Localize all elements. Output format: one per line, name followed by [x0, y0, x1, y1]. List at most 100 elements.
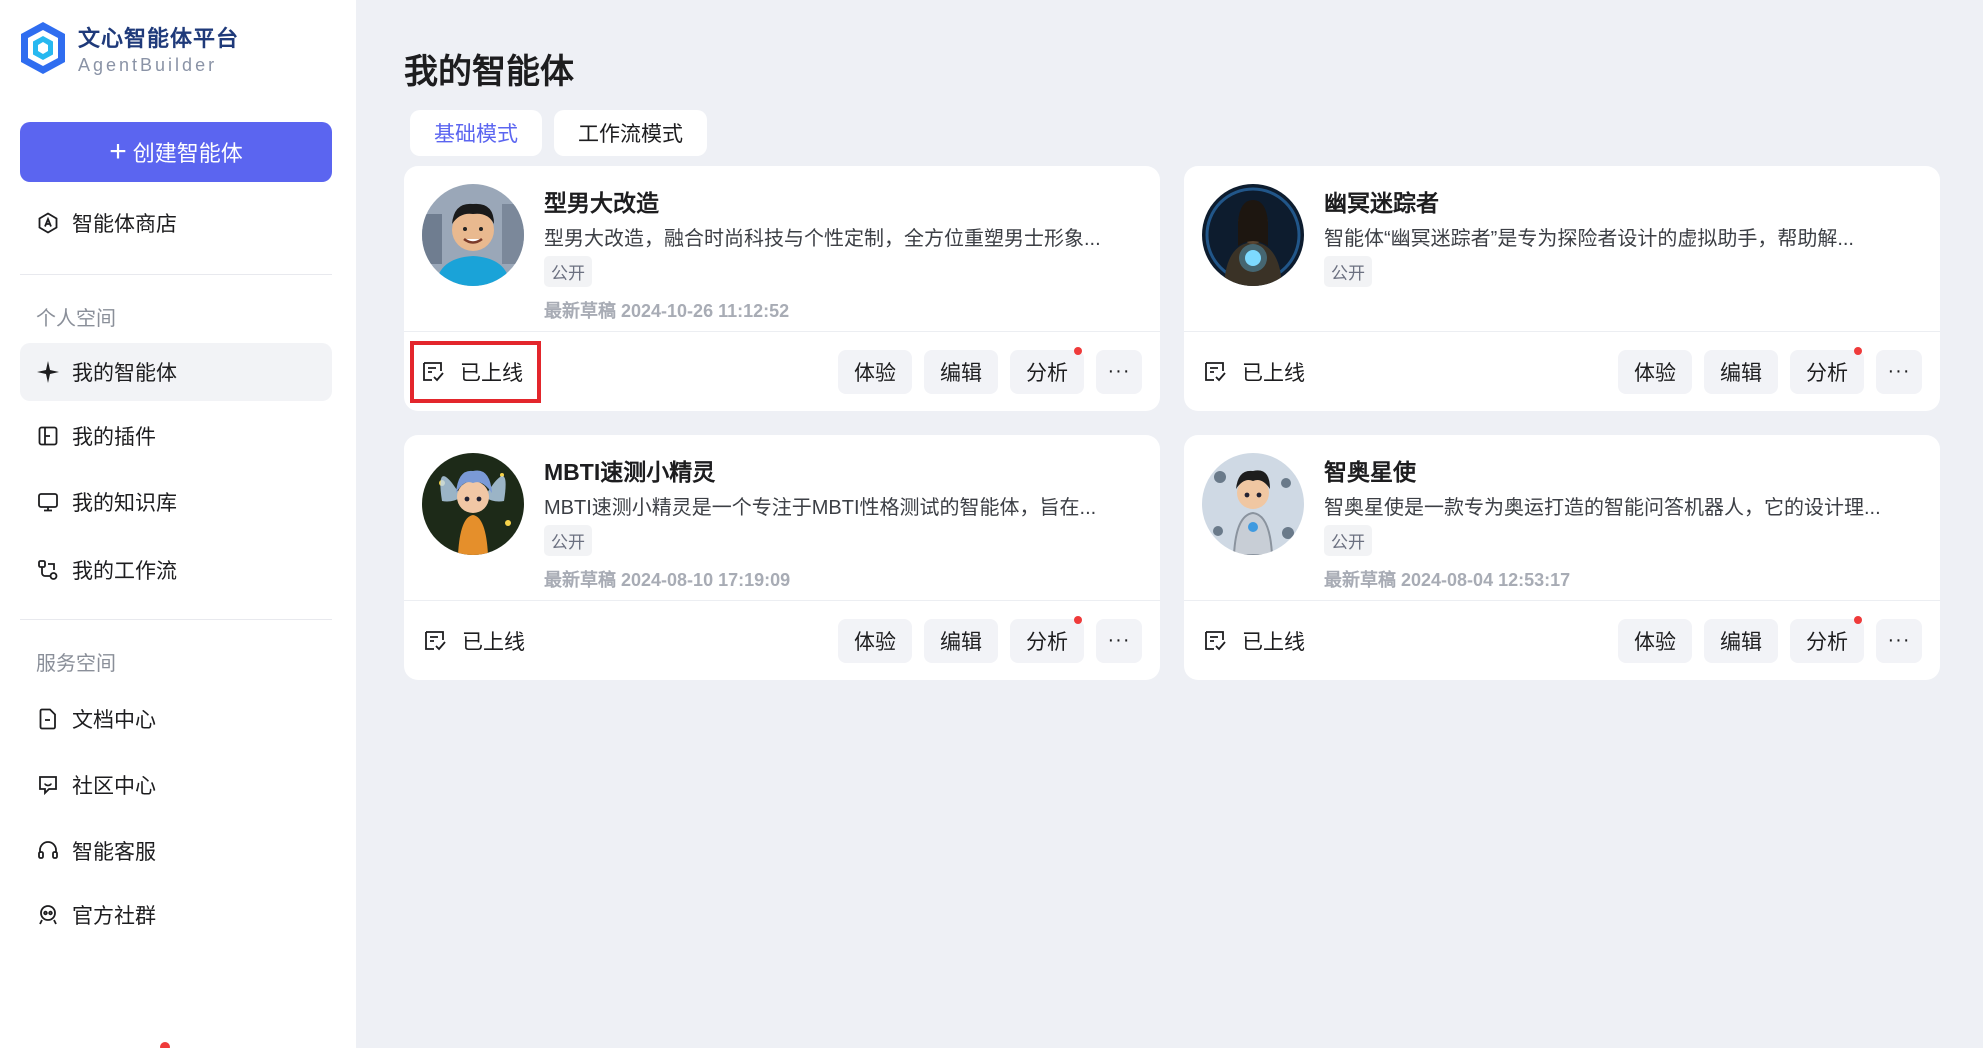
service-space-heading: 服务空间	[36, 652, 116, 675]
visibility-badge: 公开	[544, 525, 592, 556]
published-status[interactable]: 已上线	[1202, 351, 1313, 393]
agent-description: 智能体“幽冥迷踪者”是专为探险者设计的虚拟助手，帮助解...	[1324, 228, 1854, 250]
sidebar-item-my-knowledge[interactable]: 我的知识库	[20, 473, 332, 531]
draft-timestamp: 最新草稿 2024-08-04 12:53:17	[1324, 570, 1571, 590]
sidebar-divider	[20, 619, 332, 620]
agent-card[interactable]: 智奥星使 智奥星使是一款专为奥运打造的智能问答机器人，它的设计理... 公开 最…	[1184, 435, 1940, 680]
status-label: 已上线	[1242, 361, 1305, 385]
analyze-button[interactable]: 分析	[1790, 346, 1864, 394]
mode-tabs: 基础模式 工作流模式	[410, 110, 1983, 156]
agent-description: MBTI速测小精灵是一个专注于MBTI性格测试的智能体，旨在...	[544, 497, 1097, 519]
personal-space-heading: 个人空间	[36, 307, 116, 330]
tab-workflow-mode[interactable]: 工作流模式	[554, 110, 707, 156]
published-icon	[423, 361, 444, 381]
published-status[interactable]: 已上线	[1202, 620, 1313, 662]
edit-button[interactable]: 编辑	[924, 349, 998, 394]
sidebar: 文心智能体平台 AgentBuilder + 创建智能体 智能体商店 个人空间 …	[0, 0, 356, 1048]
agent-description: 智奥星使是一款专为奥运打造的智能问答机器人，它的设计理...	[1324, 497, 1881, 519]
agent-card[interactable]: 型男大改造 型男大改造，融合时尚科技与个性定制，全方位重塑男士形象... 公开 …	[404, 166, 1160, 411]
sidebar-item-my-plugins[interactable]: 我的插件	[20, 407, 332, 465]
plugin-icon	[38, 426, 58, 446]
analyze-label: 分析	[1026, 361, 1068, 385]
published-status[interactable]: 已上线	[410, 340, 541, 403]
agent-card[interactable]: MBTI速测小精灵 MBTI速测小精灵是一个专注于MBTI性格测试的智能体，旨在…	[404, 435, 1160, 680]
sidebar-item-agent-store[interactable]: 智能体商店	[20, 194, 332, 252]
published-icon	[1205, 630, 1226, 650]
main-content: 我的智能体 基础模式 工作流模式 型男大改造 型男大改造，融合时尚科技与个性定制…	[356, 0, 1983, 1048]
try-button[interactable]: 体验	[838, 618, 912, 663]
sidebar-item-support[interactable]: 智能客服	[20, 822, 332, 880]
tab-basic-mode[interactable]: 基础模式	[410, 110, 542, 156]
sidebar-item-my-workflow[interactable]: 我的工作流	[20, 541, 332, 599]
try-button[interactable]: 体验	[1618, 618, 1692, 663]
workflow-icon	[38, 560, 58, 580]
sidebar-item-my-agents[interactable]: 我的智能体	[20, 343, 332, 401]
sidebar-divider	[20, 274, 332, 275]
store-icon	[38, 212, 58, 234]
visibility-badge: 公开	[1324, 525, 1372, 556]
page-title: 我的智能体	[404, 52, 574, 91]
sidebar-item-label: 智能体商店	[72, 213, 177, 236]
logo-title: 文心智能体平台	[78, 25, 240, 51]
draft-timestamp: 最新草稿 2024-08-10 17:19:09	[544, 570, 791, 590]
agent-name: 智奥星使	[1324, 459, 1416, 485]
sidebar-item-label: 社区中心	[72, 775, 156, 798]
sidebar-item-label: 智能客服	[72, 841, 156, 864]
visibility-badge: 公开	[544, 256, 592, 287]
monitor-icon	[38, 493, 58, 512]
logo-icon	[21, 22, 65, 74]
agent-description: 型男大改造，融合时尚科技与个性定制，全方位重塑男士形象...	[544, 228, 1101, 250]
analyze-button[interactable]: 分析	[1790, 615, 1864, 663]
notification-dot	[1854, 346, 1862, 355]
analyze-button[interactable]: 分析	[1010, 346, 1084, 394]
more-button[interactable]: ···	[1096, 618, 1142, 663]
analyze-button[interactable]: 分析	[1010, 615, 1084, 663]
sidebar-item-label: 我的知识库	[72, 492, 177, 515]
sidebar-item-official-group[interactable]: 官方社群	[20, 886, 332, 944]
try-button[interactable]: 体验	[1618, 349, 1692, 394]
notification-dot	[1074, 346, 1082, 355]
plus-icon: +	[109, 135, 127, 168]
sparkle-icon	[37, 361, 59, 383]
sidebar-item-label: 文档中心	[72, 709, 156, 732]
sidebar-item-docs[interactable]: 文档中心	[20, 690, 332, 748]
notification-dot	[1854, 615, 1862, 624]
agent-name: 幽冥迷踪者	[1324, 190, 1439, 216]
create-agent-label: 创建智能体	[132, 141, 243, 166]
create-agent-button[interactable]: + 创建智能体	[20, 122, 332, 182]
analyze-label: 分析	[1026, 630, 1068, 654]
try-button[interactable]: 体验	[838, 349, 912, 394]
agent-card[interactable]: 幽冥迷踪者 智能体“幽冥迷踪者”是专为探险者设计的虚拟助手，帮助解... 公开 …	[1184, 166, 1940, 411]
published-icon	[1205, 361, 1226, 381]
more-button[interactable]: ···	[1876, 349, 1922, 394]
sidebar-item-label: 我的智能体	[72, 362, 177, 385]
agent-avatar	[422, 453, 524, 555]
more-button[interactable]: ···	[1876, 618, 1922, 663]
agent-card-grid: 型男大改造 型男大改造，融合时尚科技与个性定制，全方位重塑男士形象... 公开 …	[404, 166, 1983, 680]
agent-avatar	[1202, 453, 1304, 555]
edit-button[interactable]: 编辑	[924, 618, 998, 663]
document-icon	[39, 708, 56, 730]
analyze-label: 分析	[1806, 630, 1848, 654]
chat-icon	[39, 776, 57, 796]
edit-button[interactable]: 编辑	[1704, 349, 1778, 394]
sidebar-item-community[interactable]: 社区中心	[20, 756, 332, 814]
agent-name: MBTI速测小精灵	[544, 459, 716, 485]
headset-icon	[38, 841, 58, 859]
notification-dot	[1074, 615, 1082, 624]
agent-name: 型男大改造	[544, 190, 659, 216]
sidebar-item-label: 我的插件	[72, 426, 156, 449]
agent-avatar	[422, 184, 524, 286]
status-label: 已上线	[462, 630, 525, 654]
more-button[interactable]: ···	[1096, 349, 1142, 394]
analyze-label: 分析	[1806, 361, 1848, 385]
visibility-badge: 公开	[1324, 256, 1372, 287]
sidebar-item-label: 我的工作流	[72, 560, 177, 583]
status-label: 已上线	[1242, 630, 1305, 654]
edit-button[interactable]: 编辑	[1704, 618, 1778, 663]
logo-subtitle: AgentBuilder	[78, 54, 218, 75]
published-status[interactable]: 已上线	[422, 620, 533, 662]
logo[interactable]: 文心智能体平台 AgentBuilder	[18, 18, 336, 78]
status-label: 已上线	[460, 361, 523, 385]
community-icon	[39, 905, 57, 925]
